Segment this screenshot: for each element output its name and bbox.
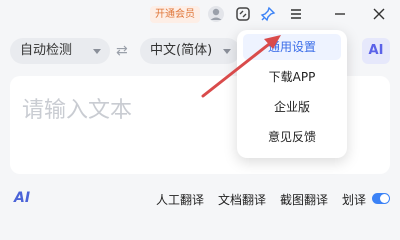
menu-item-feedback[interactable]: 意见反馈 <box>243 124 341 150</box>
avatar-icon[interactable] <box>207 5 225 23</box>
close-icon[interactable] <box>370 5 388 23</box>
menu-item-general-settings[interactable]: 通用设置 <box>243 34 341 60</box>
source-language-select[interactable]: 自动检测 <box>10 38 110 64</box>
screenshot-translation-link[interactable]: 截图翻译 <box>280 191 328 208</box>
screenshot-icon[interactable] <box>234 5 252 23</box>
menu-item-download-app[interactable]: 下载APP <box>243 64 341 90</box>
pin-icon[interactable] <box>259 5 277 23</box>
chevron-down-icon <box>93 49 101 54</box>
target-language-label: 中文(简体) <box>150 43 213 58</box>
minimize-icon[interactable] <box>331 5 349 23</box>
title-bar: 开通会员 <box>0 0 400 30</box>
human-translation-link[interactable]: 人工翻译 <box>156 191 204 208</box>
swap-icon[interactable]: ⇄ <box>116 43 128 59</box>
ai-logo[interactable]: AI <box>14 190 30 206</box>
vip-button[interactable]: 开通会员 <box>150 6 200 23</box>
menu-item-enterprise[interactable]: 企业版 <box>243 94 341 120</box>
select-translate-label: 划译 <box>342 193 367 207</box>
input-placeholder: 请输入文本 <box>22 98 133 123</box>
target-language-select[interactable]: 中文(简体) <box>140 38 240 64</box>
settings-dropdown-menu: 通用设置 下载APP 企业版 意见反馈 <box>237 30 347 158</box>
chevron-down-icon <box>223 49 231 54</box>
menu-icon[interactable] <box>287 5 305 23</box>
bottom-bar: AI 人工翻译 文档翻译 截图翻译 划译 <box>0 186 400 212</box>
source-language-label: 自动检测 <box>20 43 73 58</box>
select-translate-toggle[interactable] <box>372 193 390 204</box>
document-translation-link[interactable]: 文档翻译 <box>218 191 266 208</box>
ai-translate-button[interactable]: AI <box>362 38 390 64</box>
